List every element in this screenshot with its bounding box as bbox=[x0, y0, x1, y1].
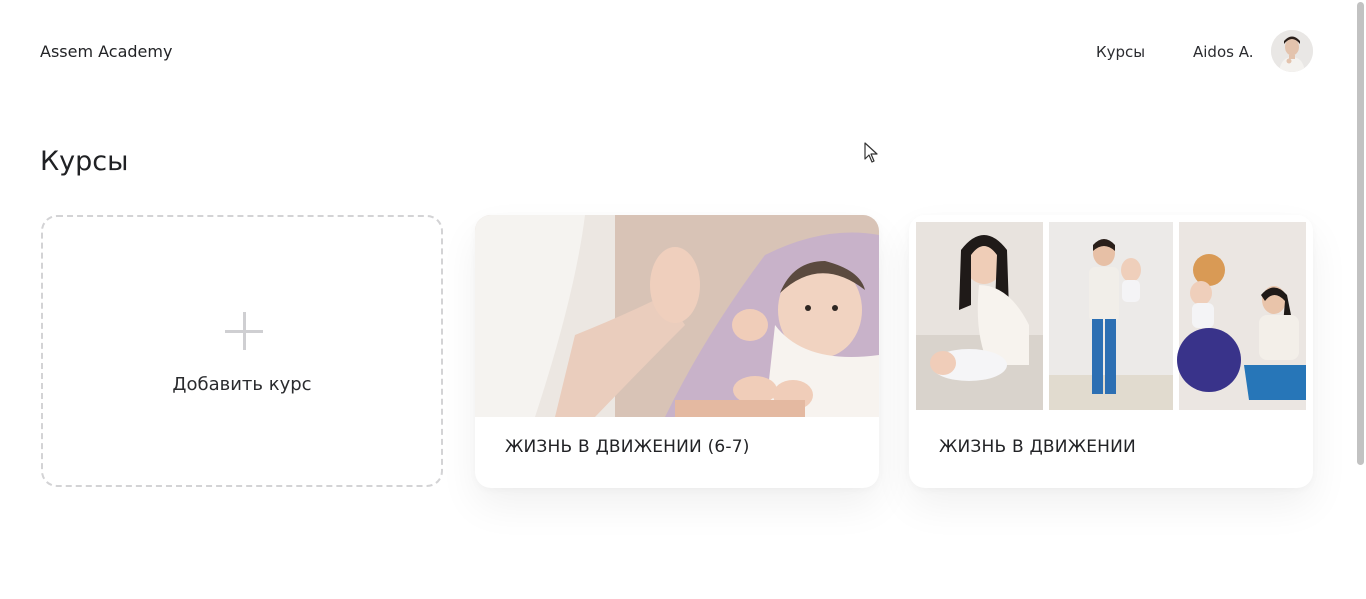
course-card[interactable]: ЖИЗНЬ В ДВИЖЕНИИ bbox=[909, 215, 1313, 488]
avatar[interactable] bbox=[1271, 30, 1313, 72]
scrollbar-thumb[interactable] bbox=[1357, 2, 1364, 465]
course-cover-image bbox=[475, 215, 879, 417]
user-name[interactable]: Aidos A. bbox=[1193, 43, 1253, 61]
nav-courses-link[interactable]: Курсы bbox=[1096, 43, 1145, 61]
page: Assem Academy Курсы Aidos A. Курсы Добав… bbox=[0, 0, 1366, 599]
page-title: Курсы bbox=[40, 146, 129, 177]
course-card[interactable]: ЖИЗНЬ В ДВИЖЕНИИ (6-7) bbox=[475, 215, 879, 488]
brand-logo-link[interactable]: Assem Academy bbox=[40, 42, 172, 61]
course-cover-collage bbox=[909, 215, 1313, 417]
plus-icon bbox=[225, 312, 263, 350]
add-course-label: Добавить курс bbox=[172, 374, 312, 395]
add-course-card[interactable]: Добавить курс bbox=[41, 215, 443, 487]
top-header: Assem Academy Курсы Aidos A. bbox=[40, 30, 1314, 74]
mouse-cursor-icon bbox=[864, 142, 878, 163]
course-title[interactable]: ЖИЗНЬ В ДВИЖЕНИИ bbox=[939, 437, 1136, 457]
course-title[interactable]: ЖИЗНЬ В ДВИЖЕНИИ (6-7) bbox=[505, 437, 750, 457]
avatar-photo bbox=[1271, 30, 1313, 72]
vertical-scrollbar[interactable] bbox=[1354, 0, 1366, 599]
